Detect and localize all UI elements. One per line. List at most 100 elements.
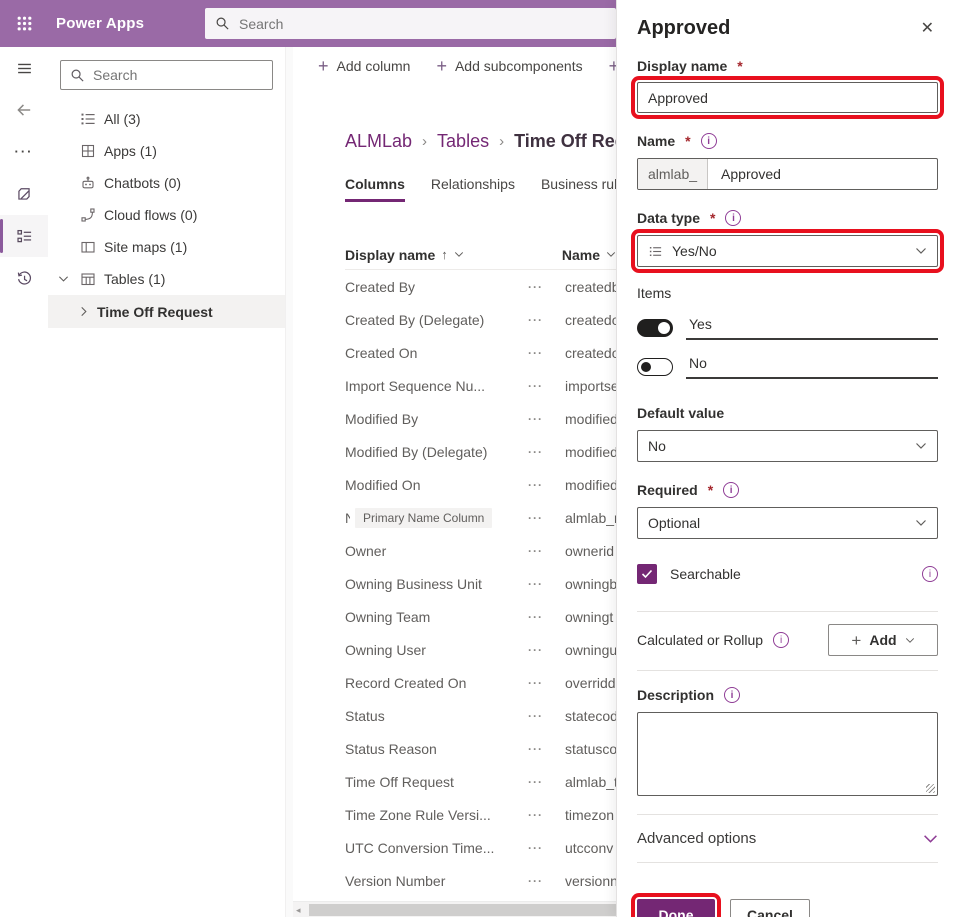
- description-textarea[interactable]: [637, 712, 938, 796]
- item-no-field[interactable]: No: [686, 355, 938, 379]
- sidebar-item-tables[interactable]: Tables (1): [48, 263, 285, 295]
- close-icon: ✕: [921, 20, 934, 37]
- tab-business-rules[interactable]: Business rules: [541, 176, 616, 202]
- table-row[interactable]: Time Off Request ··· almlab_t: [345, 765, 616, 798]
- waffle-icon[interactable]: [0, 0, 48, 47]
- nav-search[interactable]: [60, 60, 273, 90]
- breadcrumb-almlab[interactable]: ALMLab: [345, 131, 412, 152]
- row-ellipsis-icon[interactable]: ···: [528, 346, 565, 360]
- required-dropdown[interactable]: Optional: [637, 507, 938, 539]
- table-row[interactable]: Time Zone Rule Versi... ··· timezon: [345, 798, 616, 831]
- row-ellipsis-icon[interactable]: ···: [528, 313, 565, 327]
- info-icon[interactable]: i: [723, 482, 739, 498]
- sidebar-item-time-off-request[interactable]: Time Off Request: [48, 295, 285, 328]
- row-ellipsis-icon[interactable]: ···: [528, 577, 565, 591]
- column-header-display-name[interactable]: Display name ↑: [345, 247, 525, 263]
- table-row[interactable]: Version Number ··· versionn: [345, 864, 616, 897]
- sidebar-item-site-maps[interactable]: Site maps (1): [48, 231, 285, 263]
- table-row[interactable]: UTC Conversion Time... ··· utcconv: [345, 831, 616, 864]
- sidebar-item-count: (3): [123, 111, 140, 127]
- add-calculation-button[interactable]: + Add: [828, 624, 938, 656]
- info-icon[interactable]: i: [701, 133, 717, 149]
- row-ellipsis-icon[interactable]: ···: [528, 841, 565, 855]
- info-icon[interactable]: i: [773, 632, 789, 648]
- hamburger-menu-button[interactable]: [0, 47, 48, 89]
- table-row[interactable]: Created By ··· createdb: [345, 270, 616, 303]
- table-row[interactable]: N Primary Name Column ··· almlab_n: [345, 501, 616, 534]
- row-ellipsis-icon[interactable]: ···: [528, 511, 565, 525]
- close-panel-button[interactable]: ✕: [917, 14, 938, 42]
- row-ellipsis-icon[interactable]: ···: [528, 709, 565, 723]
- table-row[interactable]: Status Reason ··· statusco: [345, 732, 616, 765]
- horizontal-scrollbar[interactable]: ◂: [293, 901, 616, 917]
- row-ellipsis-icon[interactable]: ···: [528, 412, 565, 426]
- table-row[interactable]: Owner ··· ownerid: [345, 534, 616, 567]
- row-ellipsis-icon[interactable]: ···: [528, 676, 565, 690]
- table-row[interactable]: Owning Team ··· owningt: [345, 600, 616, 633]
- info-icon[interactable]: i: [725, 210, 741, 226]
- searchable-checkbox[interactable]: [637, 564, 657, 584]
- scrollbar-thumb[interactable]: [309, 904, 616, 916]
- table-row[interactable]: Import Sequence Nu... ··· importse: [345, 369, 616, 402]
- tab-relationships[interactable]: Relationships: [431, 176, 515, 202]
- table-row[interactable]: Created On ··· createdo: [345, 336, 616, 369]
- top-search-input[interactable]: [239, 16, 606, 32]
- add-subcomponents-button[interactable]: + Add subcomponents: [436, 57, 582, 75]
- table-row[interactable]: Status ··· statecod: [345, 699, 616, 732]
- table-row[interactable]: Modified By (Delegate) ··· modified: [345, 435, 616, 468]
- add-column-button[interactable]: + Add column: [318, 57, 410, 75]
- item-yes-field[interactable]: Yes: [686, 316, 938, 340]
- add-more-button[interactable]: +: [609, 57, 616, 75]
- row-ellipsis-icon[interactable]: ···: [528, 775, 565, 789]
- top-search[interactable]: [205, 8, 616, 39]
- table-row[interactable]: Modified By ··· modified: [345, 402, 616, 435]
- display-name-input[interactable]: [637, 82, 938, 113]
- table-row[interactable]: Owning User ··· owningu: [345, 633, 616, 666]
- sidebar-item-chatbots[interactable]: Chatbots (0): [48, 167, 285, 199]
- data-type-value: Yes/No: [672, 243, 717, 259]
- sidebar-item-cloud-flows[interactable]: Cloud flows (0): [48, 199, 285, 231]
- done-button[interactable]: Done: [637, 899, 715, 917]
- data-type-dropdown[interactable]: Yes/No: [637, 235, 938, 267]
- nav-scrollbar-gutter[interactable]: [285, 47, 293, 917]
- default-value-dropdown[interactable]: No: [637, 430, 938, 462]
- row-ellipsis-icon[interactable]: ···: [528, 544, 565, 558]
- row-ellipsis-icon[interactable]: ···: [528, 478, 565, 492]
- table-row[interactable]: Created By (Delegate) ··· createdo: [345, 303, 616, 336]
- searchable-label: Searchable: [670, 566, 741, 582]
- sidebar-item-all[interactable]: All (3): [48, 103, 285, 135]
- row-ellipsis-icon[interactable]: ···: [528, 280, 565, 294]
- row-ellipsis-icon[interactable]: ···: [528, 643, 565, 657]
- objects-tree-button[interactable]: [0, 215, 48, 257]
- column-header-name[interactable]: Name: [562, 247, 616, 263]
- back-button[interactable]: [0, 89, 48, 131]
- list-icon: [80, 111, 96, 127]
- row-ellipsis-icon[interactable]: ···: [528, 445, 565, 459]
- table-row[interactable]: Record Created On ··· overridd: [345, 666, 616, 699]
- name-input[interactable]: almlab_ Approved: [637, 158, 938, 190]
- app-title: Power Apps: [56, 15, 144, 32]
- breadcrumb-tables[interactable]: Tables: [437, 131, 489, 152]
- solutions-button[interactable]: [0, 173, 48, 215]
- row-display-name: Import Sequence Nu...: [345, 378, 485, 394]
- sidebar-item-apps[interactable]: Apps (1): [48, 135, 285, 167]
- tab-columns[interactable]: Columns: [345, 176, 405, 202]
- nav-search-input[interactable]: [93, 67, 263, 83]
- display-name-input-field[interactable]: [648, 90, 927, 106]
- row-ellipsis-icon[interactable]: ···: [528, 874, 565, 888]
- history-button[interactable]: [0, 257, 48, 299]
- row-ellipsis-icon[interactable]: ···: [528, 742, 565, 756]
- resize-handle[interactable]: [926, 784, 935, 793]
- more-commands-button[interactable]: ···: [0, 131, 48, 173]
- info-icon[interactable]: i: [724, 687, 740, 703]
- toggle-off[interactable]: [637, 358, 673, 376]
- cancel-button[interactable]: Cancel: [730, 899, 810, 917]
- toggle-on[interactable]: [637, 319, 673, 337]
- advanced-options-toggle[interactable]: Advanced options: [637, 815, 938, 863]
- row-ellipsis-icon[interactable]: ···: [528, 808, 565, 822]
- table-row[interactable]: Owning Business Unit ··· owningb: [345, 567, 616, 600]
- row-ellipsis-icon[interactable]: ···: [528, 610, 565, 624]
- info-icon[interactable]: i: [922, 566, 938, 582]
- table-row[interactable]: Modified On ··· modified: [345, 468, 616, 501]
- row-ellipsis-icon[interactable]: ···: [528, 379, 565, 393]
